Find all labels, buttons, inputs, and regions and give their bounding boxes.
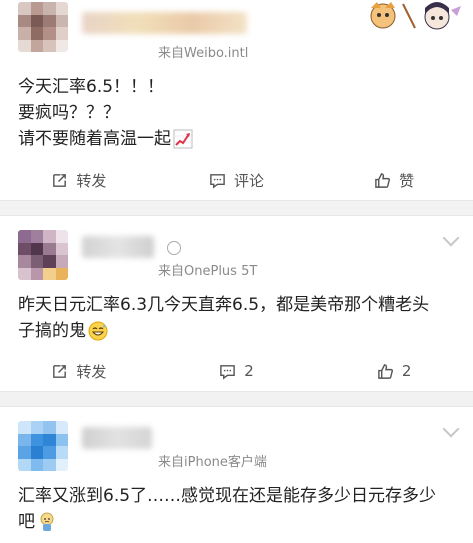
content-line-2-wrap: 子搞的鬼 [18, 318, 429, 344]
weibo-post-3: 来自iPhone客户端 汇率又涨到6.5了……感觉现在还是能存多少日元存多少 吧 [0, 407, 473, 543]
post-action-bar: 转发 评论 赞 [0, 165, 473, 195]
post-divider [0, 391, 473, 407]
post-content: 汇率又涨到6.5了……感觉现在还是能存多少日元存多少 吧 [18, 483, 436, 535]
username-blurred[interactable] [82, 427, 152, 449]
weibo-post-2: 来自OnePlus 5T 昨天日元汇率6.3几今天直奔6.5，都是美帝那个糟老头… [0, 216, 473, 391]
post-divider [0, 200, 473, 216]
repost-button[interactable]: 转发 [0, 356, 158, 386]
content-line-1: 今天汇率6.5！！！ [18, 77, 165, 97]
member-badge-icon [167, 241, 181, 255]
repost-icon [53, 364, 67, 378]
content-line-2: 子搞的鬼 [18, 321, 86, 341]
chart-up-icon [173, 129, 193, 149]
comment-count: 2 [244, 362, 254, 380]
avatar[interactable] [18, 230, 68, 280]
comment-label: 评论 [234, 171, 265, 190]
post-source: 来自Weibo.intl [158, 46, 249, 61]
comment-icon [220, 364, 236, 380]
post-content: 今天汇率6.5！！！ 要疯吗？？？ 请不要随着高温一起 [18, 74, 193, 152]
content-line-2: 吧 [18, 512, 35, 532]
like-count: 2 [401, 362, 412, 380]
post-source: 来自iPhone客户端 [158, 451, 267, 470]
like-button[interactable]: 2 [315, 356, 473, 386]
source-device[interactable]: iPhone客户端 [184, 455, 267, 470]
avatar[interactable] [18, 2, 68, 52]
source-prefix: 来自 [158, 264, 185, 279]
post-source: 来自OnePlus 5T [158, 260, 257, 279]
username-blurred[interactable] [82, 236, 154, 258]
repost-label: 转发 [76, 171, 107, 190]
post-action-bar: 转发 2 2 [0, 356, 473, 386]
post-content: 昨天日元汇率6.3几今天直奔6.5，都是美帝那个糟老头 子搞的鬼 [18, 292, 429, 344]
content-line-1: 昨天日元汇率6.3几今天直奔6.5，都是美帝那个糟老头 [18, 295, 430, 315]
like-label: 赞 [399, 171, 415, 190]
repost-icon [53, 173, 67, 187]
comment-icon [210, 173, 225, 189]
chevron-down-icon[interactable] [442, 229, 460, 247]
content-line-2: 要疯吗？？？ [18, 103, 120, 123]
thumbs-up-icon [378, 363, 393, 379]
source-device[interactable]: OnePlus 5T [184, 264, 257, 279]
comment-button[interactable]: 2 [158, 356, 316, 386]
comment-button[interactable]: 评论 [158, 165, 316, 195]
source-prefix: 来自 [158, 455, 185, 470]
weibo-post-1: 来自Weibo.intl 今天汇率6.5！！！ 要疯吗？？？ 请不要随着高温一起… [0, 0, 473, 200]
content-line-3: 请不要随着高温一起 [18, 129, 171, 149]
chevron-down-icon[interactable] [442, 420, 460, 438]
grin-sweat-icon [88, 321, 108, 341]
thumbs-up-icon [375, 172, 391, 188]
like-button[interactable]: 赞 [315, 165, 473, 195]
content-line-1: 汇率又涨到6.5了……感觉现在还是能存多少日元存多少 [18, 486, 437, 506]
content-line-3-wrap: 请不要随着高温一起 [18, 126, 193, 152]
content-line-2-wrap: 吧 [18, 509, 436, 535]
sad-figure-icon [40, 512, 54, 531]
avatar[interactable] [18, 421, 68, 471]
username-blurred[interactable] [82, 12, 247, 34]
repost-label: 转发 [76, 362, 107, 381]
anime-stickers-icon [370, 2, 461, 30]
repost-button[interactable]: 转发 [0, 165, 158, 195]
